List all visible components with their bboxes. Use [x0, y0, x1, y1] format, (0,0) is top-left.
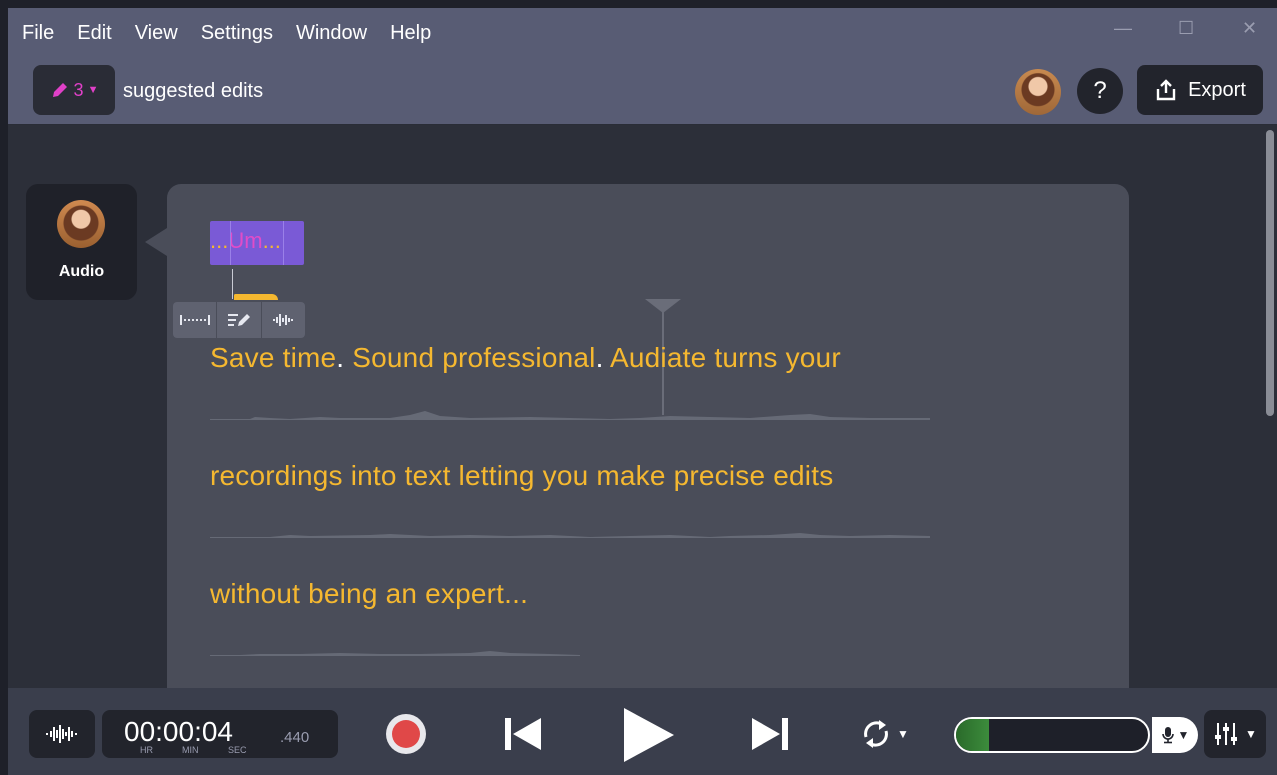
speaker-name: Audio — [58, 263, 105, 280]
skip-forward-button[interactable] — [750, 716, 790, 752]
chevron-down-icon: ▼ — [87, 84, 99, 96]
punctuation: . — [595, 342, 604, 373]
vertical-scrollbar[interactable] — [1264, 128, 1274, 688]
export-icon — [1156, 79, 1176, 101]
timecode-display: 00:00:04 .440 HR MIN SEC — [102, 710, 338, 758]
scrollbar-thumb[interactable] — [1266, 130, 1274, 416]
speaker-avatar — [57, 200, 105, 248]
audio-waveform — [210, 651, 580, 656]
microphone-button[interactable]: ▼ — [1152, 717, 1198, 753]
maximize-button[interactable]: ☐ — [1178, 18, 1194, 39]
audio-waveform — [210, 411, 930, 420]
filler-marker-line — [232, 269, 233, 299]
chevron-down-icon: ▼ — [1245, 727, 1257, 741]
play-button[interactable] — [620, 706, 676, 764]
input-level-meter — [954, 717, 1150, 753]
skip-back-button[interactable] — [503, 716, 543, 752]
mixer-sliders-icon — [1215, 723, 1238, 745]
filler-word: Um — [228, 228, 263, 253]
menu-file[interactable]: File — [22, 22, 54, 45]
silence-gap-icon — [179, 315, 210, 325]
microphone-icon — [1161, 727, 1174, 744]
segment-divider — [230, 221, 231, 265]
help-button[interactable]: ? — [1077, 68, 1123, 114]
record-button[interactable] — [386, 714, 426, 754]
filler-dots-after: ... — [262, 228, 281, 253]
menu-help[interactable]: Help — [390, 22, 431, 45]
close-button[interactable]: ✕ — [1242, 18, 1257, 39]
waveform-toggle-button[interactable] — [29, 710, 95, 758]
filler-edit-toolbar — [173, 302, 305, 338]
transcript-text: Sound professional — [344, 342, 596, 373]
suggested-edits-label: suggested edits — [123, 80, 264, 102]
record-icon — [392, 720, 420, 748]
menu-bar: File Edit View Settings Window Help — [22, 22, 454, 45]
speaker-tile[interactable]: Audio — [26, 184, 137, 300]
loop-icon — [864, 720, 888, 748]
waveform-icon — [273, 314, 294, 326]
export-label: Export — [1188, 78, 1246, 101]
transcript-panel[interactable]: ...Um... Save time. Sound professional. … — [167, 184, 1129, 704]
timecode: 00:00:04 — [124, 716, 233, 747]
filler-dots-before: ... — [210, 228, 229, 253]
edit-text-button[interactable] — [217, 302, 262, 338]
loop-button[interactable]: ▼ — [859, 714, 929, 754]
chevron-down-icon: ▼ — [1177, 728, 1190, 742]
app-window: File Edit View Settings Window Help — ☐ … — [8, 8, 1277, 775]
menu-window[interactable]: Window — [296, 22, 367, 45]
segment-divider — [283, 221, 284, 265]
audio-waveform — [210, 533, 930, 538]
input-level-fill — [956, 719, 989, 751]
transcript-text: Save time — [210, 342, 337, 373]
suggested-edits-button[interactable]: 3 ▼ — [33, 65, 115, 115]
chevron-down-icon: ▼ — [897, 727, 909, 741]
transcript-line[interactable]: without being an expert... — [210, 578, 528, 610]
transcript-text: Audiate turns your — [603, 342, 841, 373]
speaker-pointer — [145, 228, 167, 256]
user-avatar[interactable] — [1015, 69, 1061, 115]
mixer-button[interactable]: ▼ — [1204, 710, 1266, 758]
timecode-milliseconds: .440 — [280, 729, 310, 746]
transcript-line[interactable]: recordings into text letting you make pr… — [210, 460, 833, 492]
pencil-icon — [52, 83, 67, 97]
menu-edit[interactable]: Edit — [77, 22, 111, 45]
transport-bar: 00:00:04 .440 HR MIN SEC ▼ ▼ ▼ — [8, 688, 1277, 775]
export-button[interactable]: Export — [1137, 65, 1263, 115]
timecode-unit-min: MIN — [182, 745, 199, 755]
waveform-edit-button[interactable] — [262, 302, 305, 338]
menu-settings[interactable]: Settings — [201, 22, 273, 45]
transcript-line[interactable]: Save time. Sound professional. Audiate t… — [210, 342, 841, 374]
minimize-button[interactable]: — — [1114, 18, 1132, 39]
insert-silence-button[interactable] — [173, 302, 218, 338]
waveform-icon — [46, 725, 77, 743]
timecode-unit-hr: HR — [140, 745, 153, 755]
title-bar: File Edit View Settings Window Help — ☐ … — [8, 8, 1277, 125]
filler-waveform — [234, 294, 278, 300]
edit-text-icon — [227, 314, 250, 326]
suggested-edits-count: 3 — [73, 79, 84, 100]
menu-view[interactable]: View — [135, 22, 178, 45]
filler-word-highlight[interactable]: ...Um... — [210, 221, 304, 265]
filler-word-text: ...Um... — [210, 228, 281, 254]
timecode-unit-sec: SEC — [228, 745, 247, 755]
